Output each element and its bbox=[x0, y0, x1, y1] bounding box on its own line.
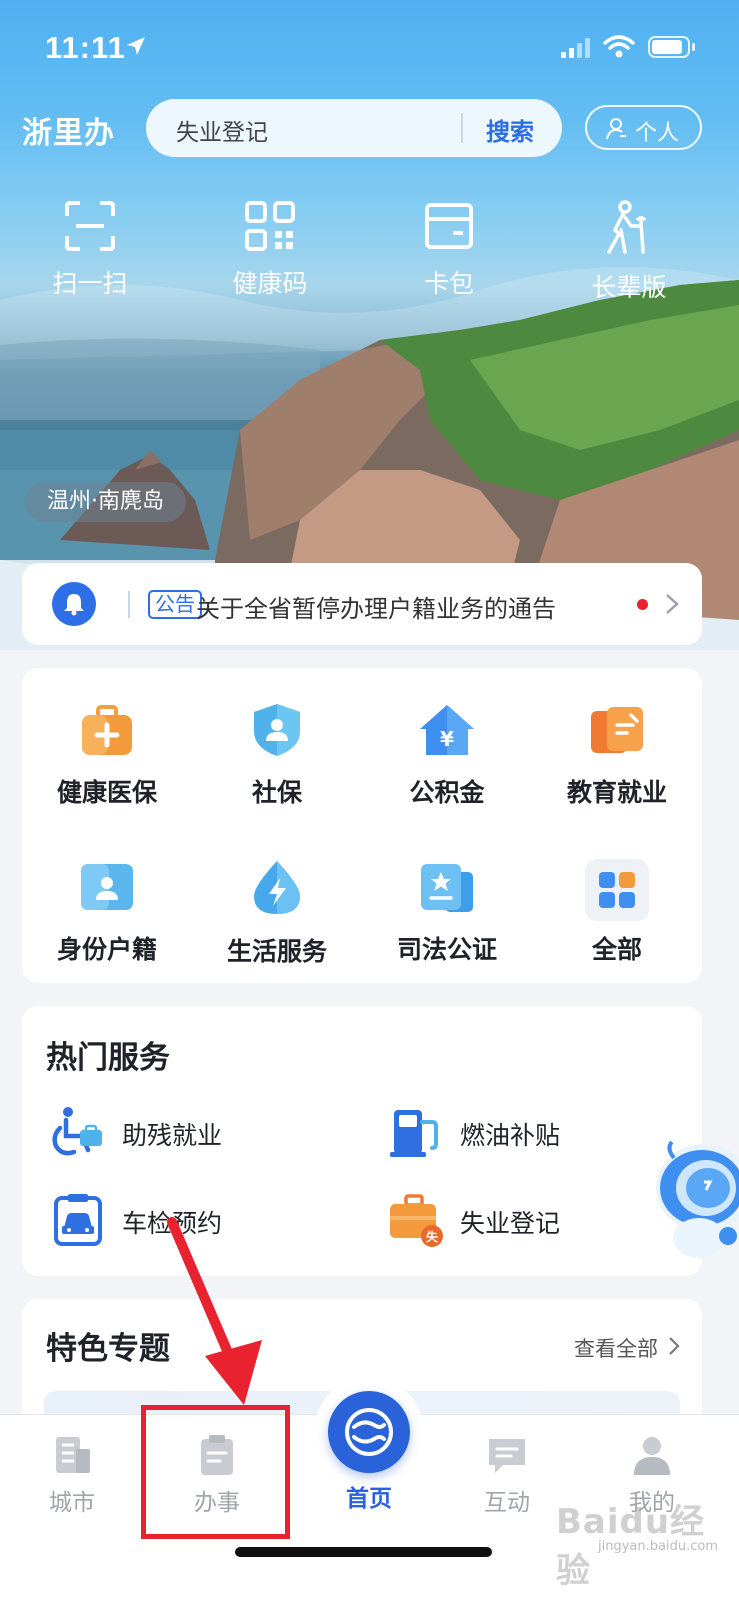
chat-icon bbox=[489, 1439, 525, 1473]
quick-action-label: 健康码 bbox=[232, 269, 308, 298]
qr-code-icon bbox=[245, 201, 295, 251]
service-life-services[interactable]: 生活服务 bbox=[192, 858, 362, 968]
hot-services-title: 热门服务 bbox=[46, 1040, 170, 1076]
quick-action-scan[interactable]: 扫一扫 bbox=[25, 200, 155, 300]
unread-dot bbox=[637, 599, 648, 610]
service-label: 司法公证 bbox=[396, 935, 497, 964]
service-label: 全部 bbox=[591, 935, 642, 964]
home-indicator bbox=[235, 1547, 492, 1557]
education-icon bbox=[591, 707, 643, 753]
quick-action-health-code[interactable]: 健康码 bbox=[205, 200, 335, 300]
bell-icon bbox=[52, 582, 96, 626]
quick-action-card-wallet[interactable]: 卡包 bbox=[384, 200, 514, 300]
hero-banner bbox=[0, 0, 739, 650]
profile-button[interactable]: 个人 bbox=[585, 105, 702, 150]
hot-service-label: 车检预约 bbox=[122, 1209, 223, 1238]
unemployment-briefcase-icon: 失 bbox=[390, 1194, 443, 1247]
search-divider bbox=[461, 113, 463, 143]
service-education-employment[interactable]: 教育就业 bbox=[532, 701, 702, 809]
service-identity-household[interactable]: 身份户籍 bbox=[22, 858, 192, 966]
car-inspection-icon bbox=[54, 1194, 102, 1246]
service-label: 身份户籍 bbox=[56, 935, 157, 964]
notice-text[interactable]: 关于全省暂停办理户籍业务的通告 bbox=[196, 589, 556, 624]
svg-text:¥: ¥ bbox=[440, 727, 454, 751]
quick-action-label: 扫一扫 bbox=[52, 269, 128, 298]
justice-icon bbox=[421, 864, 473, 912]
chevron-right-icon bbox=[666, 594, 679, 614]
service-label: 社保 bbox=[251, 778, 302, 807]
service-justice-notary[interactable]: 司法公证 bbox=[362, 858, 532, 966]
lightning-drop-icon bbox=[254, 861, 300, 914]
person-outline-icon bbox=[606, 118, 626, 140]
notice-divider bbox=[128, 591, 130, 618]
annotation-highlight-box bbox=[141, 1405, 290, 1539]
tab-interact[interactable]: 互动 bbox=[452, 1433, 562, 1517]
cellular-signal-icon bbox=[561, 38, 590, 58]
service-grid: 健康医保 社保 ¥ 公积金 教育就业 身份户籍 生活服务 司法公证 全部 bbox=[22, 668, 702, 983]
service-label: 健康医保 bbox=[56, 778, 157, 807]
tab-label: 首页 bbox=[346, 1486, 392, 1512]
search-input[interactable]: 失业登记 bbox=[176, 113, 268, 147]
quick-action-label: 长辈版 bbox=[591, 273, 667, 302]
quick-action-label: 卡包 bbox=[423, 269, 474, 298]
elder-icon bbox=[607, 200, 647, 254]
profile-button-label: 个人 bbox=[635, 121, 680, 146]
chevron-right-icon bbox=[669, 1337, 680, 1355]
scan-icon bbox=[65, 201, 115, 251]
notice-tag: 公告 bbox=[148, 590, 202, 619]
city-icon bbox=[56, 1437, 90, 1473]
service-housing-fund[interactable]: ¥ 公积金 bbox=[362, 701, 532, 809]
id-card-icon bbox=[81, 864, 133, 910]
watermark-url: jingyan.baidu.com bbox=[598, 1539, 718, 1554]
grid-all-icon bbox=[585, 859, 649, 921]
featured-title: 特色专题 bbox=[46, 1331, 170, 1367]
service-all[interactable]: 全部 bbox=[532, 858, 702, 966]
location-tag: 温州·南麂岛 bbox=[25, 482, 186, 522]
service-label: 教育就业 bbox=[566, 778, 667, 807]
hot-service-label: 失业登记 bbox=[460, 1209, 561, 1238]
location-arrow-icon bbox=[127, 37, 145, 55]
service-label: 公积金 bbox=[409, 778, 485, 807]
view-all-label: 查看全部 bbox=[574, 1337, 658, 1361]
card-wallet-icon bbox=[425, 203, 473, 249]
service-medical-insurance[interactable]: 健康医保 bbox=[22, 701, 192, 809]
search-bar[interactable]: 失业登记 搜索 bbox=[146, 99, 562, 157]
svg-text:失: 失 bbox=[426, 1229, 439, 1244]
status-time: 11:11 bbox=[45, 30, 126, 65]
house-fund-icon: ¥ bbox=[420, 705, 474, 755]
fuel-pump-icon bbox=[390, 1110, 438, 1157]
home-logo-icon[interactable] bbox=[328, 1391, 410, 1473]
battery-icon bbox=[648, 36, 695, 58]
service-label: 生活服务 bbox=[226, 937, 327, 966]
tab-home[interactable]: 首页 bbox=[314, 1473, 424, 1513]
hot-service-label: 燃油补贴 bbox=[460, 1121, 561, 1150]
tab-city[interactable]: 城市 bbox=[17, 1433, 127, 1517]
hot-service-label: 助残就业 bbox=[122, 1121, 223, 1150]
tab-label: 城市 bbox=[49, 1490, 95, 1516]
search-button[interactable]: 搜索 bbox=[486, 112, 534, 147]
app-logo: 浙里办 bbox=[22, 116, 115, 151]
assistant-robot-icon[interactable] bbox=[644, 1138, 739, 1268]
tab-label: 互动 bbox=[484, 1490, 530, 1516]
view-all-link[interactable]: 查看全部 bbox=[574, 1333, 680, 1363]
status-bar: 11:11 bbox=[0, 0, 739, 95]
wheelchair-icon bbox=[52, 1107, 102, 1156]
wifi-icon bbox=[603, 35, 635, 58]
service-social-security[interactable]: 社保 bbox=[192, 701, 362, 809]
shield-person-icon bbox=[254, 704, 300, 756]
person-icon bbox=[634, 1437, 670, 1475]
island-landscape-image bbox=[0, 267, 739, 650]
medical-kit-icon bbox=[82, 705, 132, 755]
notice-bar[interactable]: 公告 关于全省暂停办理户籍业务的通告 bbox=[22, 563, 702, 645]
hot-services-card: 热门服务 助残就业 燃油补贴 车检预约 失 失业登记 bbox=[22, 1006, 702, 1276]
quick-action-elder-mode[interactable]: 长辈版 bbox=[564, 200, 694, 304]
